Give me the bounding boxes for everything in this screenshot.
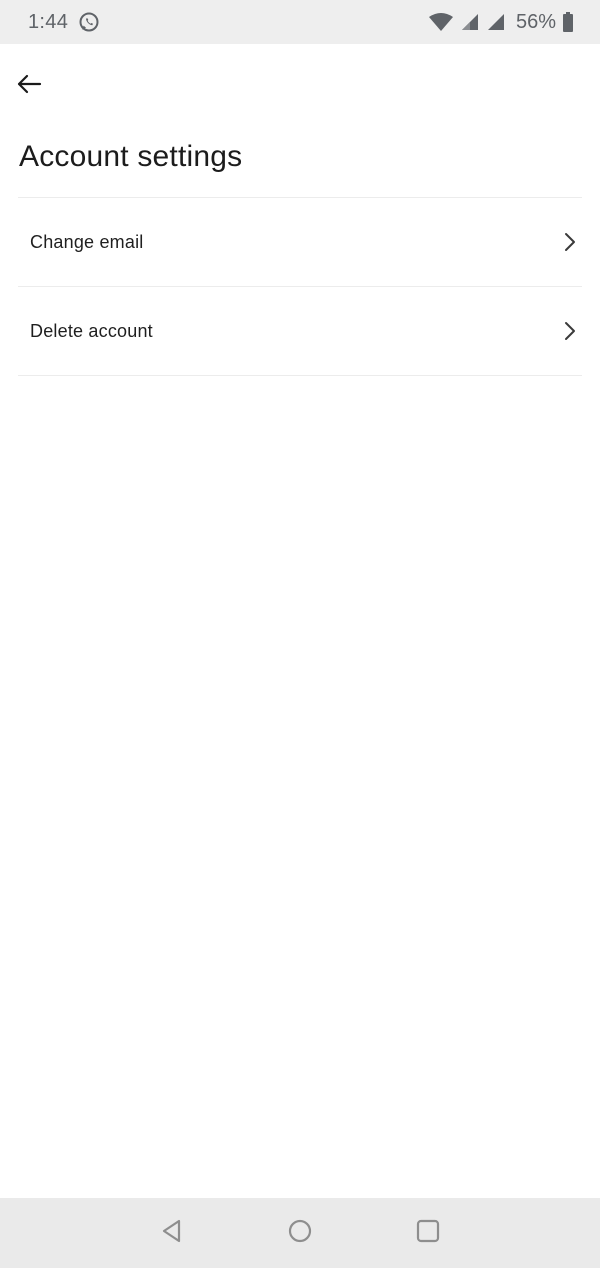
app-bar [0,44,600,128]
signal-icon [460,12,480,32]
change-email-item[interactable]: Change email [18,198,582,287]
battery-percentage: 56% [515,10,556,33]
status-bar: 1:44 56% [0,0,600,44]
back-triangle-icon [159,1218,185,1249]
system-recents-button[interactable] [408,1213,448,1253]
page-title: Account settings [19,140,243,173]
system-back-button[interactable] [152,1213,192,1253]
whatsapp-icon [78,11,100,33]
screen: 1:44 56% Account settings Change email D… [0,0,600,1268]
back-button[interactable] [12,69,46,103]
status-left: 1:44 [28,11,100,34]
change-email-label: Change email [30,231,144,252]
back-arrow-icon [16,73,42,100]
signal-icon [486,12,506,32]
chevron-right-icon [560,319,580,343]
wifi-icon [428,12,454,32]
delete-account-item[interactable]: Delete account [18,287,582,376]
delete-account-label: Delete account [30,320,153,341]
system-nav-bar [0,1198,600,1268]
settings-list: Change email Delete account [18,197,582,376]
home-circle-icon [287,1218,313,1249]
recents-square-icon [415,1218,441,1249]
chevron-right-icon [560,230,580,254]
battery-icon [562,11,574,33]
status-time: 1:44 [28,10,69,33]
system-home-button[interactable] [280,1213,320,1253]
status-right: 56% [428,11,574,34]
